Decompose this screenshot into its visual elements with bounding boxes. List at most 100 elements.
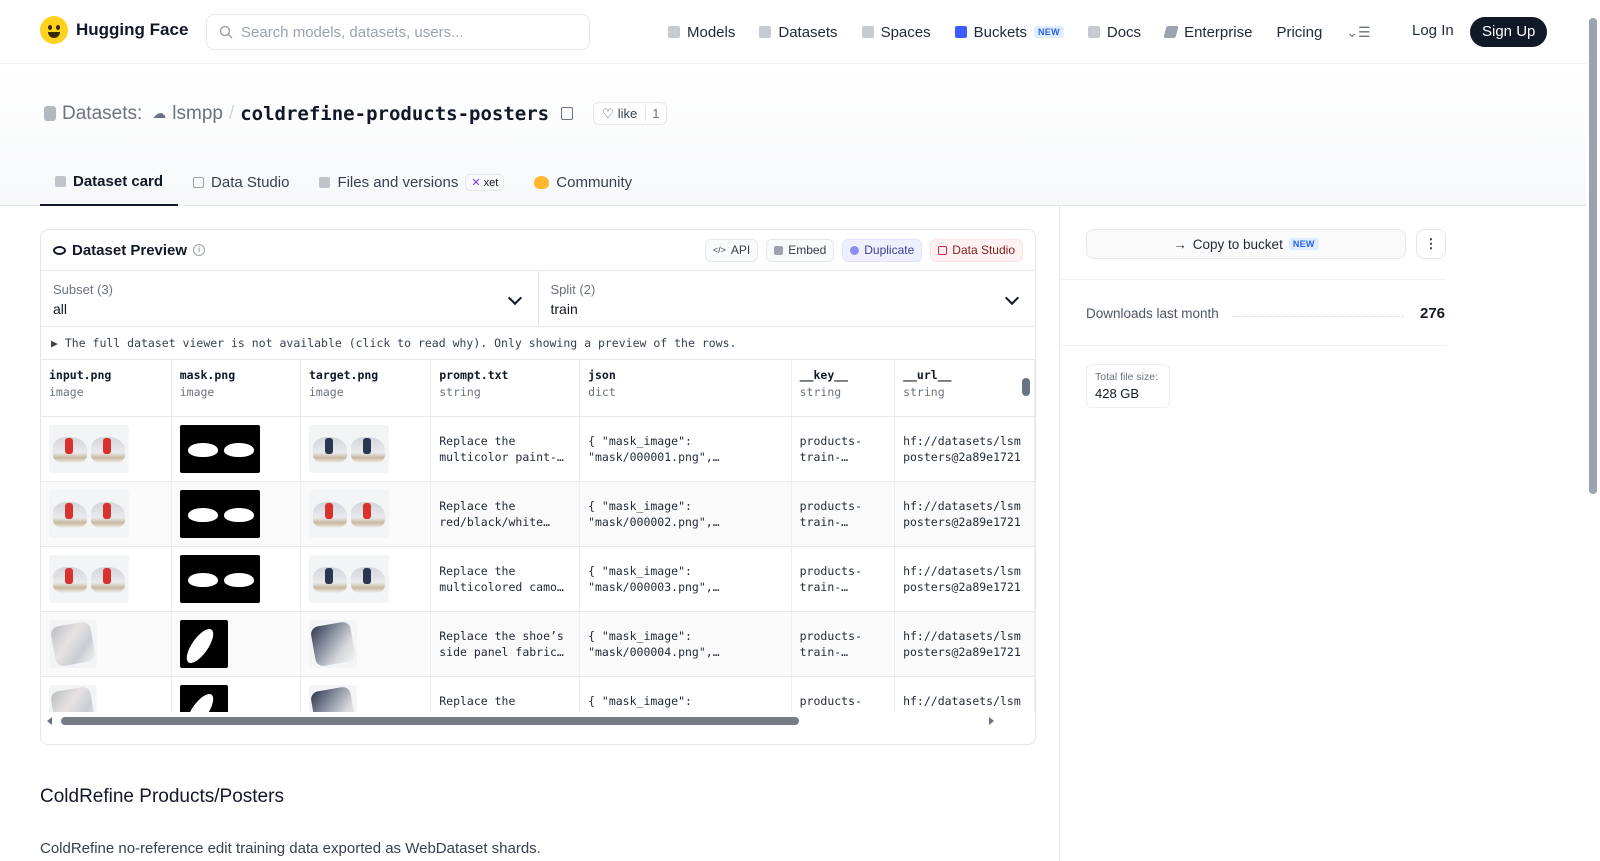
file-size-value: 428 GB: [1095, 386, 1140, 401]
tab-dataset-card[interactable]: Dataset card: [40, 158, 179, 206]
mask-image-thumbnail[interactable]: [179, 554, 260, 603]
scroll-right-arrow-icon[interactable]: [989, 717, 994, 725]
vertical-scrollbar[interactable]: [1021, 360, 1031, 730]
embed-button[interactable]: Embed: [766, 238, 835, 262]
horizontal-scrollbar[interactable]: [41, 712, 1035, 730]
url-cell[interactable]: hf://datasets/lsmposters@2a89e1721: [894, 416, 1035, 482]
nav-spaces[interactable]: Spaces: [861, 23, 931, 41]
column-type: string: [799, 385, 842, 399]
table-row[interactable]: Replace the multicolored camo… { "mask_im…: [41, 546, 1035, 612]
api-button[interactable]: </> API: [704, 238, 759, 262]
target-image-thumbnail[interactable]: [309, 424, 389, 473]
table-row[interactable]: Replace the multicolor paint-… { "mask_im…: [41, 416, 1035, 482]
nav-label: Enterprise: [1184, 23, 1253, 41]
column-header[interactable]: input.png image: [41, 360, 172, 417]
input-image-thumbnail[interactable]: [49, 619, 97, 668]
cell-line: train-…: [799, 579, 849, 594]
tab-data-studio[interactable]: Data Studio: [178, 158, 304, 206]
cell-line: hf://datasets/lsm: [903, 628, 1021, 643]
cell-line: hf://datasets/lsm: [903, 498, 1021, 513]
column-type: image: [309, 385, 344, 399]
viewer-notice[interactable]: ▶ The full dataset viewer is not availab…: [41, 327, 1035, 360]
target-image-thumbnail[interactable]: [309, 554, 389, 603]
mask-image-thumbnail[interactable]: [179, 424, 260, 473]
prompt-cell[interactable]: Replace the shoe’s side panel fabric…: [430, 611, 581, 677]
prompt-cell[interactable]: Replace the red/black/white…: [430, 481, 581, 547]
scrollbar-thumb[interactable]: [1022, 378, 1030, 396]
cell-line: { "mask_image":: [588, 563, 692, 578]
input-image-thumbnail[interactable]: [49, 489, 129, 538]
cell-line: posters@2a89e1721: [903, 449, 1021, 464]
copy-icon[interactable]: [561, 107, 574, 120]
repo-name[interactable]: coldrefine-products-posters: [240, 103, 549, 125]
column-header[interactable]: json dict: [579, 360, 792, 417]
key-cell[interactable]: products-train-…: [791, 416, 896, 482]
scrollbar-thumb[interactable]: [1589, 18, 1597, 494]
nav-buckets[interactable]: Buckets NEW: [954, 24, 1064, 41]
column-header[interactable]: mask.png image: [171, 360, 302, 417]
json-cell[interactable]: { "mask_image": "mask/000004.png",…: [579, 611, 792, 677]
cell-line: products-: [799, 628, 862, 643]
nav-pricing[interactable]: Pricing: [1276, 24, 1322, 41]
column-header[interactable]: __key__ string: [791, 360, 896, 417]
json-cell[interactable]: { "mask_image": "mask/000003.png",…: [579, 546, 792, 612]
target-image-thumbnail[interactable]: [309, 489, 389, 538]
search-input[interactable]: [241, 23, 561, 41]
url-cell[interactable]: hf://datasets/lsmposters@2a89e1721: [894, 546, 1035, 612]
signup-button[interactable]: Sign Up: [1470, 17, 1548, 47]
key-cell[interactable]: products-train-…: [791, 481, 896, 547]
like-button[interactable]: ♡ like 1: [593, 102, 667, 125]
key-cell[interactable]: products-train-…: [791, 611, 896, 677]
copy-to-bucket-button[interactable]: → Copy to bucket NEW: [1086, 229, 1406, 259]
json-cell[interactable]: { "mask_image": "mask/000001.png",…: [579, 416, 792, 482]
enterprise-icon: [1163, 26, 1179, 38]
nav-docs[interactable]: Docs: [1087, 24, 1141, 41]
input-image-thumbnail[interactable]: [49, 424, 129, 473]
nav-label: Spaces: [880, 23, 931, 41]
preview-table: input.png image mask.png image target.png i…: [41, 360, 1035, 730]
more-options-icon[interactable]: ⋮: [1416, 229, 1446, 259]
url-cell[interactable]: hf://datasets/lsmposters@2a89e1721: [894, 611, 1035, 677]
nav-enterprise[interactable]: Enterprise: [1163, 23, 1253, 41]
scrollbar-thumb[interactable]: [61, 717, 799, 725]
input-image-thumbnail[interactable]: [49, 554, 129, 603]
mask-image-thumbnail[interactable]: [179, 619, 228, 668]
more-menu-icon[interactable]: ⌄☰: [1346, 24, 1370, 41]
data-studio-button[interactable]: Data Studio: [930, 238, 1023, 262]
scroll-left-arrow-icon[interactable]: [47, 717, 52, 725]
search-box[interactable]: [206, 14, 590, 50]
split-select[interactable]: Split (2) train: [537, 271, 1036, 326]
table-row[interactable]: Replace the red/black/white… { "mask_imag…: [41, 481, 1035, 547]
subset-select[interactable]: Subset (3) all: [41, 271, 538, 326]
nav-datasets[interactable]: Datasets: [759, 24, 838, 41]
new-badge: NEW: [1288, 238, 1319, 250]
preview-table-container[interactable]: input.png image mask.png image target.png i…: [41, 360, 1035, 730]
column-header[interactable]: prompt.txt string: [430, 360, 581, 417]
column-header[interactable]: target.png image: [300, 360, 432, 417]
key-cell[interactable]: products-train-…: [791, 546, 896, 612]
repo-owner[interactable]: lsmpp: [172, 103, 223, 125]
mask-image-thumbnail[interactable]: [179, 489, 260, 538]
table-row[interactable]: Replace the shoe’s side panel fabric… { "…: [41, 611, 1035, 677]
login-link[interactable]: Log In: [1412, 22, 1454, 39]
brand-logo[interactable]: Hugging Face: [40, 16, 188, 44]
cell-line: { "mask_image":: [588, 433, 692, 448]
xet-icon: ✕: [471, 176, 481, 189]
tab-label: Community: [556, 173, 633, 191]
info-icon[interactable]: i: [193, 244, 206, 256]
duplicate-button[interactable]: Duplicate: [842, 238, 923, 262]
prompt-cell[interactable]: Replace the multicolor paint-…: [430, 416, 581, 482]
nav-models[interactable]: Models: [668, 24, 735, 41]
target-image-thumbnail[interactable]: [309, 619, 357, 668]
cell-line: multicolor paint-…: [439, 449, 564, 464]
url-cell[interactable]: hf://datasets/lsmposters@2a89e1721: [894, 481, 1035, 547]
prompt-cell[interactable]: Replace the multicolored camo…: [430, 546, 581, 612]
cell-line: Replace the: [439, 498, 516, 513]
code-icon: </>: [712, 245, 726, 255]
tab-community[interactable]: Community: [519, 158, 647, 206]
json-cell[interactable]: { "mask_image": "mask/000002.png",…: [579, 481, 792, 547]
page-scrollbar[interactable]: [1586, 0, 1600, 861]
tab-files-and-versions[interactable]: Files and versions ✕ xet: [304, 158, 519, 206]
column-header[interactable]: __url__ string: [894, 360, 1035, 417]
breadcrumb-section[interactable]: Datasets:: [62, 103, 142, 125]
